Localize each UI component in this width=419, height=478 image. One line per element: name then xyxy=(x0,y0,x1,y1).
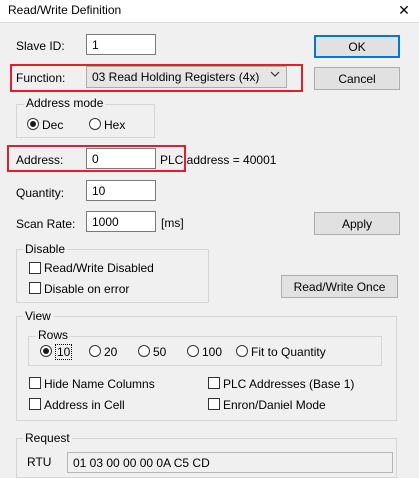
cancel-button[interactable]: Cancel xyxy=(314,67,400,90)
disable-on-error-checkbox[interactable] xyxy=(29,282,41,294)
slave-id-input[interactable]: 1 xyxy=(86,34,156,55)
read-write-disabled-label[interactable]: Read/Write Disabled xyxy=(44,261,154,275)
slave-id-label: Slave ID: xyxy=(16,39,65,53)
hide-name-columns-label[interactable]: Hide Name Columns xyxy=(44,377,155,391)
scan-rate-unit: [ms] xyxy=(161,216,184,230)
rtu-request-field: 01 03 00 00 00 0A C5 CD xyxy=(67,452,393,473)
address-in-cell-checkbox[interactable] xyxy=(29,398,41,410)
scan-rate-label: Scan Rate: xyxy=(16,217,76,231)
address-input[interactable]: 0 xyxy=(86,148,156,169)
disable-on-error-label[interactable]: Disable on error xyxy=(44,282,129,296)
plc-addresses-checkbox[interactable] xyxy=(208,377,220,389)
title-divider xyxy=(0,22,419,23)
close-icon[interactable]: ✕ xyxy=(392,1,416,19)
scan-rate-input[interactable]: 1000 xyxy=(86,211,156,232)
address-in-cell-label[interactable]: Address in Cell xyxy=(44,398,125,412)
rows-50-radio[interactable] xyxy=(138,345,150,357)
read-write-once-button[interactable]: Read/Write Once xyxy=(281,275,398,298)
quantity-label: Quantity: xyxy=(16,186,65,200)
read-write-disabled-checkbox[interactable] xyxy=(29,262,41,274)
dec-radio[interactable] xyxy=(27,118,39,130)
function-label: Function: xyxy=(16,71,66,85)
enron-daniel-checkbox[interactable] xyxy=(208,398,220,410)
plc-address-text: PLC address = 40001 xyxy=(160,153,277,167)
rows-100-radio[interactable] xyxy=(187,345,199,357)
view-group-label: View xyxy=(23,309,53,323)
quantity-input[interactable]: 10 xyxy=(86,180,156,201)
dec-radio-label[interactable]: Dec xyxy=(42,118,63,132)
rows-100-label[interactable]: 100 xyxy=(202,345,222,359)
enron-daniel-label[interactable]: Enron/Daniel Mode xyxy=(223,398,326,412)
hide-name-columns-checkbox[interactable] xyxy=(29,377,41,389)
chevron-down-icon xyxy=(270,69,280,82)
rows-20-radio[interactable] xyxy=(89,345,101,357)
request-group-label: Request xyxy=(23,431,72,445)
hex-radio-label[interactable]: Hex xyxy=(104,118,125,132)
rows-10-radio[interactable] xyxy=(40,345,52,357)
rows-20-label[interactable]: 20 xyxy=(104,345,117,359)
rows-fit-label[interactable]: Fit to Quantity xyxy=(251,345,326,359)
function-select-value: 03 Read Holding Registers (4x) xyxy=(92,70,260,84)
plc-addresses-label[interactable]: PLC Addresses (Base 1) xyxy=(223,377,354,391)
rows-fit-radio[interactable] xyxy=(236,345,248,357)
function-select[interactable]: 03 Read Holding Registers (4x) xyxy=(86,66,287,88)
rows-50-label[interactable]: 50 xyxy=(153,345,166,359)
address-label: Address: xyxy=(16,153,64,167)
apply-button[interactable]: Apply xyxy=(314,212,400,235)
hex-radio[interactable] xyxy=(89,118,101,130)
rows-10-label[interactable]: 10 xyxy=(55,344,73,360)
window-title: Read/Write Definition xyxy=(8,3,122,17)
rows-label: Rows xyxy=(36,328,71,342)
address-mode-label: Address mode xyxy=(24,96,106,110)
disable-group-label: Disable xyxy=(23,242,68,256)
ok-button[interactable]: OK xyxy=(314,35,400,58)
rtu-label: RTU xyxy=(27,455,52,469)
